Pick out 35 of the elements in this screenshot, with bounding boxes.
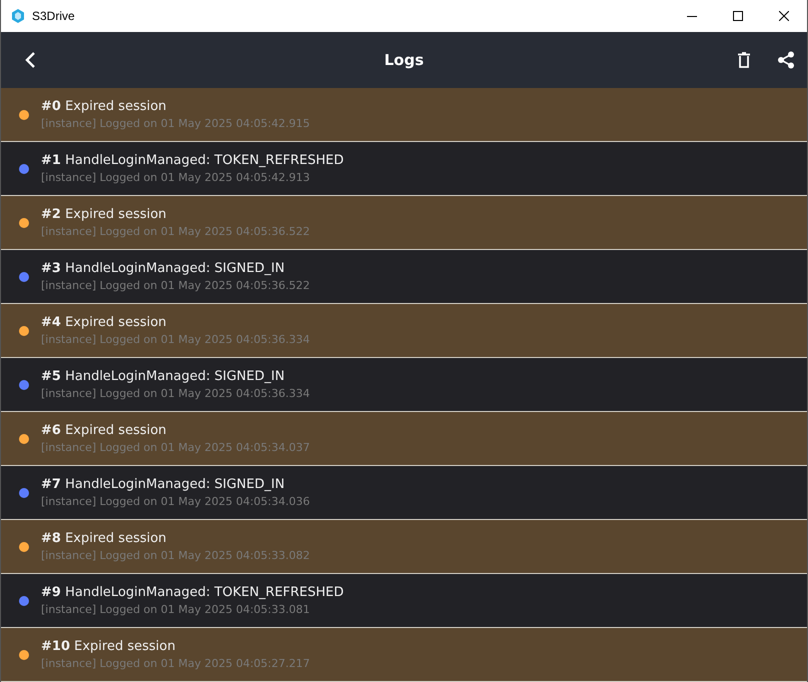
- log-timestamp: [instance] Logged on 01 May 2025 04:05:27.217: [41, 657, 310, 670]
- log-entry[interactable]: #8 Expired session [instance] Logged on 01 May 2025 04:05:33.082: [1, 520, 807, 573]
- log-message: #1 HandleLoginManaged: TOKEN_REFRESHED: [41, 153, 344, 168]
- log-entry[interactable]: #10 Expired session [instance] Logged on 01 May 2025 04:05:27.217: [1, 628, 807, 681]
- log-message: #6 Expired session: [41, 423, 168, 438]
- log-timestamp: [instance] Logged on 01 May 2025 04:05:36.522: [41, 279, 310, 292]
- log-entry[interactable]: #2 Expired session [instance] Logged on 01 May 2025 04:05:36.522: [1, 196, 807, 249]
- log-timestamp: [instance] Logged on 01 May 2025 04:05:36.522: [41, 225, 310, 238]
- maximize-icon[interactable]: [733, 11, 743, 21]
- log-message: #9 HandleLoginManaged: TOKEN_REFRESHED: [41, 585, 344, 600]
- log-message: #8 Expired session: [41, 531, 168, 546]
- log-entry[interactable]: #6 Expired session [instance] Logged on 01 May 2025 04:05:34.037: [1, 412, 807, 465]
- log-timestamp: [instance] Logged on 01 May 2025 04:05:42.913: [41, 171, 311, 184]
- page-title: Logs: [384, 51, 424, 69]
- log-message: #4 Expired session: [41, 315, 168, 330]
- log-timestamp: [instance] Logged on 01 May 2025 04:05:33.082: [41, 549, 310, 562]
- log-message: #5 HandleLoginManaged: SIGNED_IN: [41, 369, 286, 384]
- log-timestamp: [instance] Logged on 01 May 2025 04:05:42.915: [41, 117, 310, 130]
- close-icon[interactable]: [779, 11, 789, 21]
- share-icon[interactable]: [777, 51, 795, 69]
- app-logo-icon: [11, 9, 25, 23]
- log-timestamp: [instance] Logged on 01 May 2025 04:05:36.334: [41, 387, 310, 400]
- log-entry[interactable]: #4 Expired session [instance] Logged on 01 May 2025 04:05:36.334: [1, 304, 807, 357]
- log-timestamp: [instance] Logged on 01 May 2025 04:05:36.334: [41, 333, 310, 346]
- window-title: S3Drive: [32, 9, 75, 23]
- log-message: #2 Expired session: [41, 207, 168, 222]
- log-entry[interactable]: #0 Expired session [instance] Logged on 01 May 2025 04:05:42.915: [1, 88, 807, 141]
- log-timestamp: [instance] Logged on 01 May 2025 04:05:34.036: [41, 495, 310, 508]
- log-timestamp: [instance] Logged on 01 May 2025 04:05:33.081: [41, 603, 311, 616]
- trash-icon[interactable]: [737, 52, 751, 68]
- log-timestamp: [instance] Logged on 01 May 2025 04:05:34.037: [41, 441, 310, 454]
- log-message: #7 HandleLoginManaged: SIGNED_IN: [41, 477, 286, 492]
- log-message: #3 HandleLoginManaged: SIGNED_IN: [41, 261, 286, 276]
- log-message: #10 Expired session: [41, 639, 176, 654]
- log-message: #0 Expired session: [41, 99, 168, 114]
